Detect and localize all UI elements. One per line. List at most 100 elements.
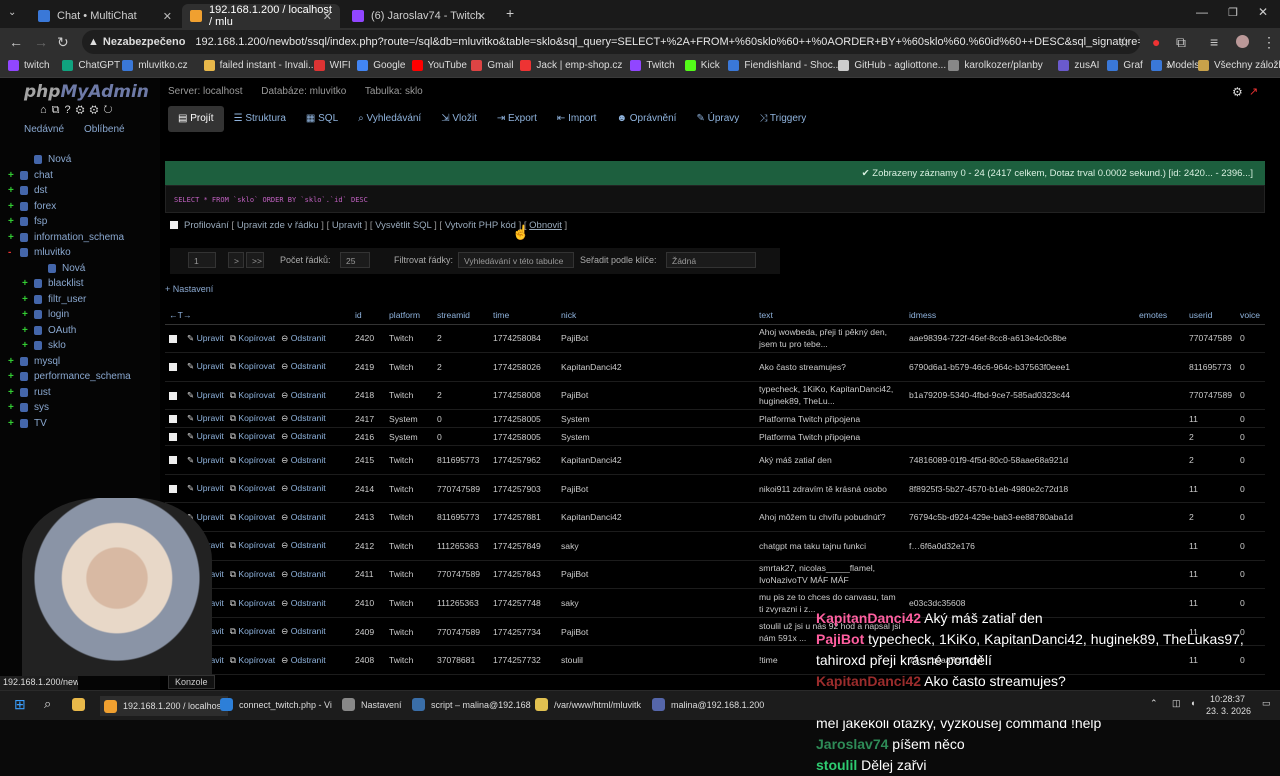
row-copy-button[interactable]: ⧉ Kopírovat: [230, 483, 275, 493]
bookmark-item[interactable]: twitch: [8, 60, 50, 71]
menu-tab-sql[interactable]: ▦ SQL: [296, 106, 348, 132]
expand-icon[interactable]: +: [22, 340, 30, 351]
column-header-voice[interactable]: voice: [1236, 298, 1265, 325]
row-copy-button[interactable]: ⧉ Kopírovat: [230, 431, 275, 441]
row-checkbox[interactable]: [169, 334, 177, 343]
column-header-text[interactable]: text: [755, 298, 905, 325]
menu-tab-oprávnění[interactable]: ☻ Oprávnění: [606, 106, 686, 132]
bookmark-star-icon[interactable]: ☆: [1118, 34, 1131, 51]
taskbar-app[interactable]: script – malina@192.168: [412, 698, 531, 711]
row-delete-button[interactable]: ⊖ Odstranit: [281, 598, 325, 608]
column-header-streamid[interactable]: streamid: [433, 298, 489, 325]
row-checkbox[interactable]: [169, 456, 177, 465]
menu-tab-projít[interactable]: ▤ Projít: [168, 106, 224, 132]
row-copy-button[interactable]: ⧉ Kopírovat: [230, 512, 275, 522]
file-explorer-icon[interactable]: [72, 698, 91, 711]
bookmark-item[interactable]: zusAI: [1058, 60, 1099, 71]
expand-icon[interactable]: +: [22, 278, 30, 289]
inline-edit-link[interactable]: Upravit zde v řádku: [237, 220, 319, 231]
bookmark-item[interactable]: ChatGPT: [62, 60, 120, 71]
rows-select[interactable]: 25: [340, 252, 370, 268]
expand-icon[interactable]: +: [22, 294, 30, 305]
taskbar-app[interactable]: connect_twitch.php - Vi: [220, 698, 332, 711]
column-header-time[interactable]: time: [489, 298, 557, 325]
row-delete-button[interactable]: ⊖ Odstranit: [281, 361, 325, 371]
expand-icon[interactable]: -: [8, 247, 16, 258]
new-tab-button[interactable]: +: [506, 5, 514, 21]
menu-tab-úpravy[interactable]: ✎ Úpravy: [686, 106, 749, 132]
bookmarks-overflow-icon[interactable]: »: [1166, 60, 1172, 71]
profile-avatar[interactable]: [1236, 35, 1249, 48]
sidebar-db-item[interactable]: + forex: [8, 201, 56, 212]
maximize-button[interactable]: ❐: [1228, 6, 1238, 19]
sidebar-db-item[interactable]: - mluvitko: [8, 247, 71, 258]
sort-select[interactable]: Žádná: [666, 252, 756, 268]
row-delete-button[interactable]: ⊖ Odstranit: [281, 455, 325, 465]
bookmark-item[interactable]: Graf: [1107, 60, 1143, 71]
tab-close-icon[interactable]: ✕: [323, 10, 332, 23]
row-edit-button[interactable]: ✎ Upravit: [187, 333, 224, 343]
row-delete-button[interactable]: ⊖ Odstranit: [281, 413, 325, 423]
all-bookmarks[interactable]: Všechny záložky: [1198, 60, 1280, 71]
edit-link[interactable]: Upravit: [332, 220, 362, 231]
bookmark-item[interactable]: Fiendishland - Shoc...: [728, 60, 841, 71]
sidebar-db-item[interactable]: + login: [22, 309, 69, 320]
row-edit-button[interactable]: ✎ Upravit: [187, 455, 224, 465]
favorites-button[interactable]: Oblíbené: [84, 124, 125, 135]
sidebar-db-item[interactable]: + rust: [8, 387, 51, 398]
profiling-checkbox[interactable]: [170, 221, 178, 230]
column-header-userid[interactable]: userid: [1185, 298, 1237, 325]
url-field[interactable]: ▲ Nezabezpečeno 192.168.1.200/newbot/ssq…: [82, 30, 1140, 54]
settings-link[interactable]: + Nastavení: [165, 284, 213, 294]
sidebar-db-item[interactable]: + information_schema: [8, 232, 124, 243]
expand-icon[interactable]: +: [8, 387, 16, 398]
row-delete-button[interactable]: ⊖ Odstranit: [281, 431, 325, 441]
bookmark-item[interactable]: failed instant - Invali...: [203, 60, 316, 71]
expand-icon[interactable]: +: [8, 185, 16, 196]
menu-icon[interactable]: ⋮: [1262, 34, 1276, 51]
tray-arrow-icon[interactable]: ⌃: [1150, 698, 1158, 709]
sidebar-db-item[interactable]: + fsp: [8, 216, 47, 227]
next-page-button[interactable]: >: [228, 252, 244, 268]
bookmark-item[interactable]: mluvitko.cz: [122, 60, 188, 71]
taskbar-app[interactable]: 192.168.1.200 / localhost: [100, 696, 228, 716]
filter-input[interactable]: Vyhledávání v této tabulce: [458, 252, 574, 268]
collapse-icon[interactable]: ↗: [1249, 85, 1258, 98]
explain-link[interactable]: Vysvětlit SQL: [375, 220, 431, 231]
extension-red-icon[interactable]: ●: [1152, 34, 1160, 50]
back-icon[interactable]: ←: [9, 34, 23, 50]
media-icon[interactable]: ≡: [1210, 34, 1218, 50]
clock-time[interactable]: 10:28:37: [1210, 694, 1245, 704]
url-text[interactable]: 192.168.1.200/newbot/ssql/index.php?rout…: [195, 36, 1140, 48]
breadcrumb-db[interactable]: Databáze: mluvitko: [261, 86, 346, 97]
expand-icon[interactable]: +: [8, 216, 16, 227]
console-button[interactable]: Konzole: [168, 675, 215, 689]
menu-tab-vložit[interactable]: ⇲ Vložit: [431, 106, 487, 132]
row-copy-button[interactable]: ⧉ Kopírovat: [230, 390, 275, 400]
close-window-button[interactable]: ✕: [1258, 5, 1268, 19]
expand-icon[interactable]: +: [22, 309, 30, 320]
column-header-emotes[interactable]: emotes: [1135, 298, 1185, 325]
tab-list-icon[interactable]: ⌄: [8, 7, 16, 18]
row-copy-button[interactable]: ⧉ Kopírovat: [230, 413, 275, 423]
row-delete-button[interactable]: ⊖ Odstranit: [281, 512, 325, 522]
reload-icon[interactable]: ↻: [57, 34, 69, 51]
network-icon[interactable]: ◫: [1172, 698, 1181, 709]
bookmark-item[interactable]: Twitch: [630, 60, 675, 71]
row-edit-button[interactable]: ✎ Upravit: [187, 483, 224, 493]
column-header-id[interactable]: id: [351, 298, 385, 325]
menu-tab-import[interactable]: ⇤ Import: [547, 106, 607, 132]
expand-icon[interactable]: +: [8, 201, 16, 212]
column-options[interactable]: ←T→: [165, 298, 351, 325]
search-icon[interactable]: ⌕: [44, 696, 51, 712]
breadcrumb-server[interactable]: Server: localhost: [168, 86, 242, 97]
clock-date[interactable]: 23. 3. 2026: [1206, 706, 1251, 716]
sidebar-db-item[interactable]: + performance_schema: [8, 371, 131, 382]
row-copy-button[interactable]: ⧉ Kopírovat: [230, 569, 275, 579]
row-delete-button[interactable]: ⊖ Odstranit: [281, 390, 325, 400]
sidebar-db-item[interactable]: + OAuth: [22, 325, 76, 336]
sidebar-db-item[interactable]: + blacklist: [22, 278, 84, 289]
row-copy-button[interactable]: ⧉ Kopírovat: [230, 598, 275, 608]
row-copy-button[interactable]: ⧉ Kopírovat: [230, 333, 275, 343]
sidebar-db-item[interactable]: + sys: [8, 402, 49, 413]
